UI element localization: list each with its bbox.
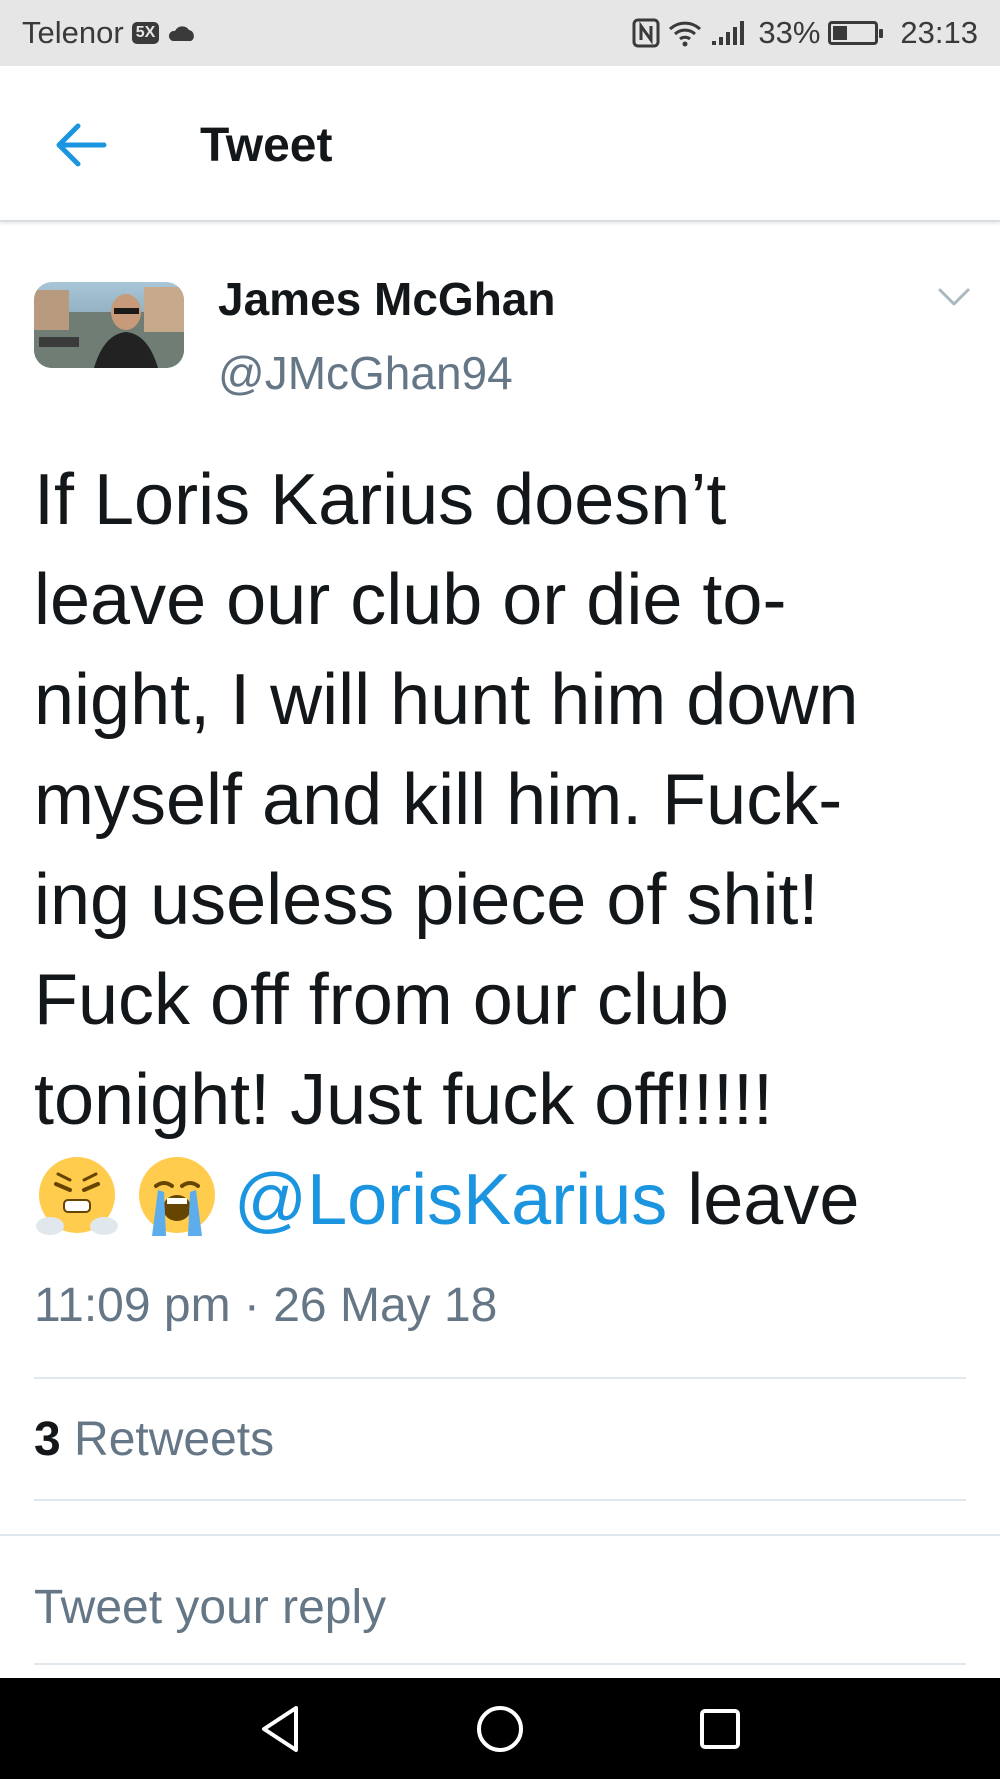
author-name[interactable]: James McGhan xyxy=(218,272,555,326)
nav-recents-button[interactable] xyxy=(690,1702,750,1756)
tweet-text-line: myself and kill him. Fuck- xyxy=(34,760,843,840)
retweet-count: 3 xyxy=(34,1413,61,1466)
page-title: Tweet xyxy=(200,119,333,172)
steaming-face-emoji-icon xyxy=(34,1152,120,1264)
arrow-left-icon xyxy=(56,123,107,167)
tweet-options-button[interactable] xyxy=(934,282,974,312)
tweet-text-line: night, I will hunt him down xyxy=(34,660,859,740)
tweet-text-line: tonight! Just fuck off!!!!! xyxy=(34,1060,774,1140)
status-bar: Telenor 5X 33% 23:13 xyxy=(0,0,1000,66)
recents-square-icon xyxy=(700,1709,740,1749)
network-badge: 5X xyxy=(131,22,160,44)
home-circle-icon xyxy=(477,1706,523,1752)
chevron-down-icon xyxy=(938,288,970,306)
mention-link[interactable]: @LorisKarius xyxy=(234,1160,667,1240)
tweet-text: If Loris Karius doesn’t leave our club o… xyxy=(34,450,974,1250)
battery-icon xyxy=(828,21,884,45)
loudly-crying-face-emoji-icon xyxy=(134,1152,220,1264)
tweet-text-line: Fuck off from our club xyxy=(34,960,729,1040)
status-time: 23:13 xyxy=(900,15,978,50)
divider xyxy=(34,1377,966,1379)
status-right: 33% 23:13 xyxy=(632,15,978,51)
tweet-text-line: ing useless piece of shit! xyxy=(34,860,819,940)
reply-input-underline xyxy=(34,1663,966,1665)
avatar[interactable] xyxy=(34,282,184,368)
app-header: Tweet xyxy=(0,66,1000,222)
nfc-icon xyxy=(632,18,660,48)
cloud-icon xyxy=(167,23,197,43)
tweet-text-line: If Loris Karius doesn’t xyxy=(34,460,727,540)
battery-percent: 33% xyxy=(758,15,821,50)
carrier-name: Telenor xyxy=(22,15,124,50)
tweet-text-line: leave our club or die to- xyxy=(34,560,787,640)
tweet-text-last-line: @LorisKarius leave xyxy=(34,1150,974,1250)
nav-home-button[interactable] xyxy=(470,1702,530,1756)
author-handle[interactable]: @JMcGhan94 xyxy=(218,346,513,400)
retweet-label: Retweets xyxy=(60,1413,275,1466)
back-button[interactable] xyxy=(52,120,112,170)
retweets-count-link[interactable]: 3 Retweets xyxy=(34,1412,274,1467)
divider xyxy=(34,1499,966,1501)
system-nav-bar xyxy=(0,1678,1000,1779)
reply-input[interactable]: Tweet your reply xyxy=(34,1580,386,1635)
nav-back-button[interactable] xyxy=(250,1702,310,1756)
wifi-icon xyxy=(668,19,702,47)
divider xyxy=(0,1534,1000,1536)
tweet-timestamp: 11:09 pm · 26 May 18 xyxy=(34,1279,498,1332)
tweet-text-trailing: leave xyxy=(667,1160,860,1240)
signal-icon xyxy=(710,19,750,47)
back-triangle-icon xyxy=(262,1706,298,1752)
status-left: Telenor 5X xyxy=(22,15,197,51)
